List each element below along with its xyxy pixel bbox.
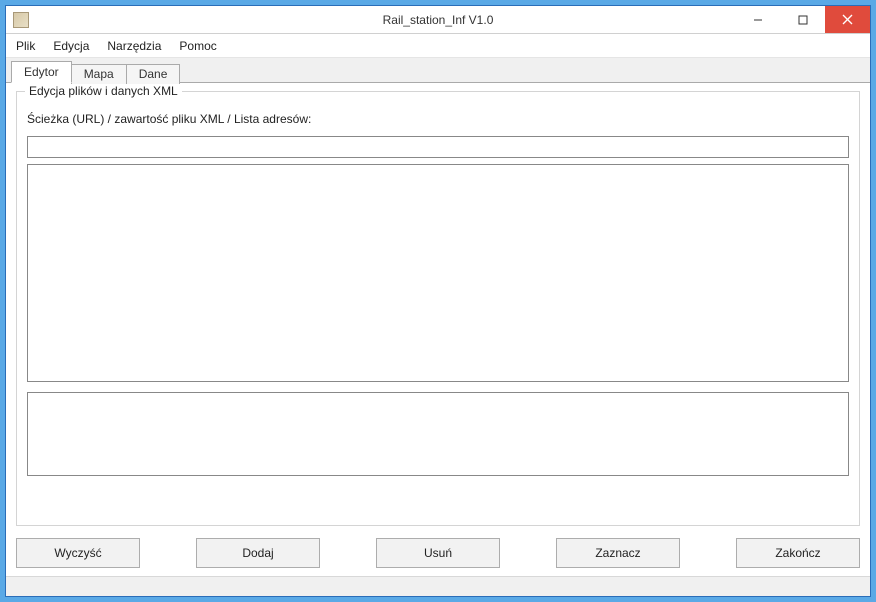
- zakoncz-button[interactable]: Zakończ: [736, 538, 860, 568]
- main-textarea[interactable]: [27, 164, 849, 382]
- tab-dane[interactable]: Dane: [126, 64, 181, 84]
- tab-mapa[interactable]: Mapa: [71, 64, 127, 84]
- buttons-row: Wyczyść Dodaj Usuń Zaznacz Zakończ: [16, 538, 860, 568]
- secondary-textarea[interactable]: [27, 392, 849, 476]
- app-window: Rail_station_Inf V1.0 Plik Edycja Narzęd…: [5, 5, 871, 597]
- dodaj-button[interactable]: Dodaj: [196, 538, 320, 568]
- titlebar: Rail_station_Inf V1.0: [6, 6, 870, 34]
- window-buttons: [735, 6, 870, 33]
- groupbox-xml-edit: Edycja plików i danych XML Ścieżka (URL)…: [16, 91, 860, 526]
- path-label: Ścieżka (URL) / zawartość pliku XML / Li…: [27, 112, 849, 126]
- zaznacz-button[interactable]: Zaznacz: [556, 538, 680, 568]
- menu-pomoc[interactable]: Pomoc: [179, 39, 216, 53]
- groupbox-title: Edycja plików i danych XML: [25, 84, 182, 98]
- url-input[interactable]: [27, 136, 849, 158]
- tab-content: Edycja plików i danych XML Ścieżka (URL)…: [6, 83, 870, 576]
- wyczysc-button[interactable]: Wyczyść: [16, 538, 140, 568]
- menu-edycja[interactable]: Edycja: [53, 39, 89, 53]
- menu-plik[interactable]: Plik: [16, 39, 35, 53]
- usun-button[interactable]: Usuń: [376, 538, 500, 568]
- tab-edytor[interactable]: Edytor: [11, 61, 72, 83]
- maximize-button[interactable]: [780, 6, 825, 33]
- close-button[interactable]: [825, 6, 870, 33]
- tabs-bar: Edytor Mapa Dane: [6, 58, 870, 83]
- menu-narzedzia[interactable]: Narzędzia: [107, 39, 161, 53]
- statusbar: [6, 576, 870, 596]
- app-icon: [13, 12, 29, 28]
- menubar: Plik Edycja Narzędzia Pomoc: [6, 34, 870, 58]
- minimize-button[interactable]: [735, 6, 780, 33]
